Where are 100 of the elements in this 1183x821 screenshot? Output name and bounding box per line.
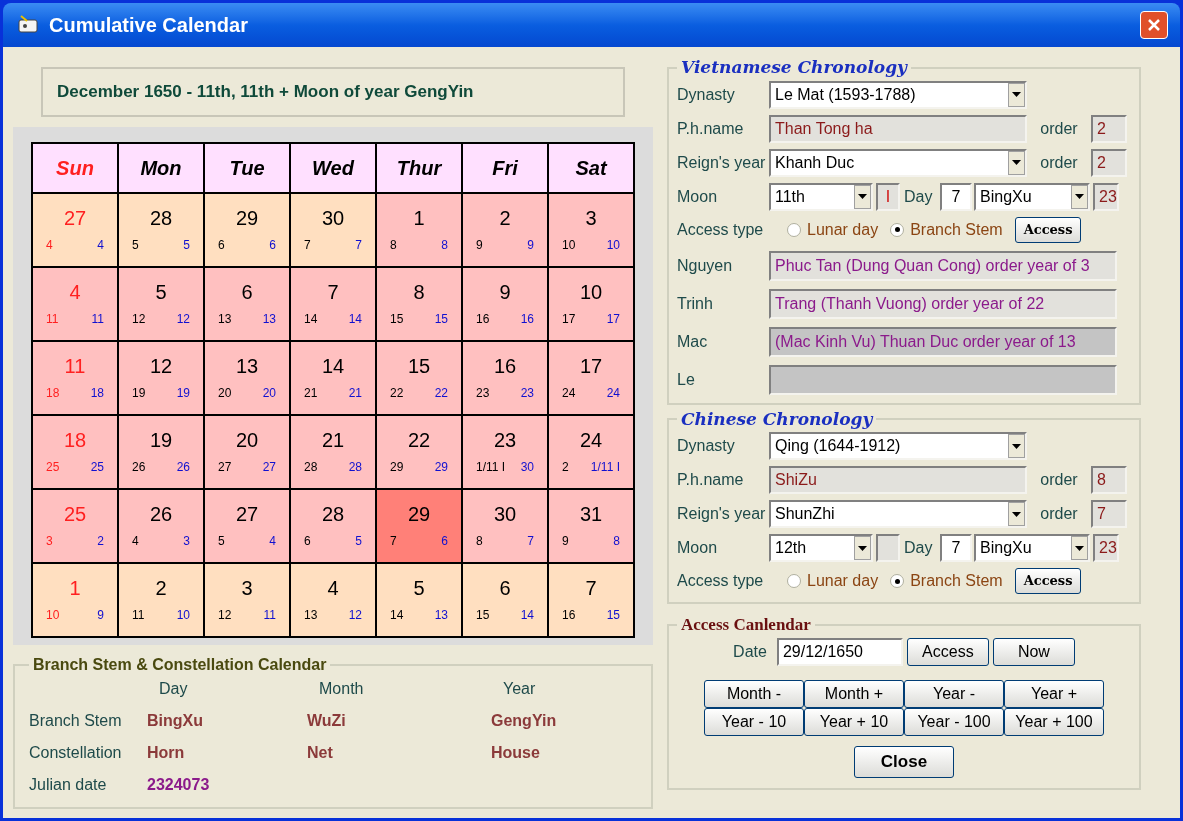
field-label: Date <box>733 642 767 660</box>
navigation-button[interactable]: Year - 100 <box>904 707 1004 736</box>
dropdown-button[interactable] <box>854 536 871 560</box>
weekday-header: Mon <box>119 144 205 194</box>
navigation-button[interactable]: Year + <box>1004 679 1104 708</box>
day-cell[interactable]: 6 13 13 <box>205 268 291 342</box>
month-heading: December 1650 - 11th, 11th + Moon of year GengYin <box>57 81 474 104</box>
dropdown-button[interactable] <box>1071 536 1088 560</box>
day-cell[interactable]: 4 11 11 <box>33 268 119 342</box>
dropdown-field[interactable]: BingXu <box>974 534 1090 562</box>
day-cell[interactable]: 27 5 4 <box>205 490 291 564</box>
field-label: Access type <box>677 571 765 591</box>
day-cell[interactable]: 20 27 27 <box>205 416 291 490</box>
dropdown-button[interactable] <box>1071 184 1088 209</box>
day-cell[interactable]: 7 14 14 <box>291 268 377 342</box>
day-cell[interactable]: 31 9 8 <box>549 490 635 564</box>
dropdown-field[interactable]: ShunZhi <box>769 500 1027 528</box>
action-button[interactable]: Now <box>992 637 1075 666</box>
dropdown-button[interactable] <box>1008 502 1025 526</box>
day-cell[interactable]: 12 19 19 <box>119 342 205 416</box>
day-cell[interactable]: 30 8 7 <box>463 490 549 564</box>
value-text: 2324073 <box>147 776 210 793</box>
value-text: BingXu <box>147 712 203 729</box>
field-label: Day <box>904 539 933 556</box>
radio-option[interactable]: Lunar day <box>787 569 879 593</box>
day-cell[interactable]: 25 3 2 <box>33 490 119 564</box>
caret-icon <box>858 194 867 199</box>
day-field[interactable]: 7 <box>940 534 972 562</box>
day-cell[interactable]: 29 6 6 <box>205 194 291 268</box>
day-cell[interactable]: 1 10 9 <box>33 564 119 638</box>
day-cell[interactable]: 6 15 14 <box>463 564 549 638</box>
dropdown-button[interactable] <box>1008 82 1025 107</box>
dropdown-button[interactable] <box>1008 150 1025 175</box>
close-dialog-button[interactable]: Close <box>854 745 954 778</box>
row-label: Branch Stem <box>29 711 123 731</box>
day-cell[interactable]: 3 12 11 <box>205 564 291 638</box>
field-label: Nguyen <box>677 255 734 276</box>
row-label: Julian date <box>29 775 108 795</box>
close-button[interactable] <box>1140 11 1168 39</box>
dropdown-field[interactable]: 12th <box>769 534 873 562</box>
day-cell[interactable]: 21 28 28 <box>291 416 377 490</box>
navigation-button[interactable]: Month + <box>804 679 904 708</box>
weekday-header: Fri <box>463 144 549 194</box>
dropdown-button[interactable] <box>854 184 871 209</box>
day-cell[interactable]: 18 25 25 <box>33 416 119 490</box>
day-cell[interactable]: 15 22 22 <box>377 342 463 416</box>
radio-option[interactable]: Branch Stem <box>890 217 1003 242</box>
day-cell[interactable]: 5 14 13 <box>377 564 463 638</box>
navigation-button[interactable]: Year - 10 <box>704 707 804 736</box>
dropdown-field[interactable]: Le Mat (1593-1788) <box>769 80 1027 109</box>
dropdown-field[interactable]: Khanh Duc <box>769 148 1027 177</box>
day-cell[interactable]: 23 1/11 I 30 <box>463 416 549 490</box>
value-text: GengYin <box>491 712 557 729</box>
navigation-button[interactable]: Year + 100 <box>1004 707 1104 736</box>
day-cell[interactable]: 8 15 15 <box>377 268 463 342</box>
day-cell[interactable]: 2 11 10 <box>119 564 205 638</box>
value-text: WuZi <box>307 712 346 729</box>
access-button[interactable]: Access <box>1014 216 1082 243</box>
day-cell[interactable]: 28 5 5 <box>119 194 205 268</box>
day-cell[interactable]: 7 16 15 <box>549 564 635 638</box>
day-cell[interactable]: 17 24 24 <box>549 342 635 416</box>
field-label: Mac <box>677 331 709 352</box>
day-cell[interactable]: 14 21 21 <box>291 342 377 416</box>
field-label: Reign's year <box>677 152 767 173</box>
day-field[interactable]: 7 <box>940 182 972 211</box>
dropdown-field[interactable]: 11th <box>769 182 873 211</box>
dropdown-field[interactable]: Qing (1644-1912) <box>769 432 1027 460</box>
day-cell[interactable]: 16 23 23 <box>463 342 549 416</box>
day-cell[interactable]: 10 17 17 <box>549 268 635 342</box>
field-label: Dynasty <box>677 84 736 105</box>
order-field: 2 <box>1091 148 1127 177</box>
day-cell[interactable]: 13 20 20 <box>205 342 291 416</box>
field-label: order <box>1040 152 1078 173</box>
date-field[interactable]: 29/12/1650 <box>776 637 903 666</box>
navigation-button[interactable]: Month - <box>704 679 804 708</box>
day-cell[interactable]: 9 16 16 <box>463 268 549 342</box>
group-title: Chinese Chronology <box>680 407 875 431</box>
lord-field: (Mac Kinh Vu) Thuan Duc order year of 13 <box>769 326 1117 357</box>
day-cell[interactable]: 3 10 10 <box>549 194 635 268</box>
day-cell[interactable]: 5 12 12 <box>119 268 205 342</box>
day-cell[interactable]: 28 6 5 <box>291 490 377 564</box>
navigation-button[interactable]: Year + 10 <box>804 707 904 736</box>
day-cell[interactable]: 29 7 6 <box>377 490 463 564</box>
dropdown-field[interactable]: BingXu <box>974 182 1090 211</box>
access-button[interactable]: Access <box>1014 568 1082 594</box>
day-cell[interactable]: 30 7 7 <box>291 194 377 268</box>
navigation-button[interactable]: Year - <box>904 679 1004 708</box>
radio-option[interactable]: Branch Stem <box>890 569 1003 593</box>
day-cell[interactable]: 19 26 26 <box>119 416 205 490</box>
day-cell[interactable]: 24 2 1/11 I <box>549 416 635 490</box>
action-button[interactable]: Access <box>906 637 989 666</box>
day-cell[interactable]: 4 13 12 <box>291 564 377 638</box>
day-cell[interactable]: 11 18 18 <box>33 342 119 416</box>
day-cell[interactable]: 22 29 29 <box>377 416 463 490</box>
day-cell[interactable]: 26 4 3 <box>119 490 205 564</box>
day-cell[interactable]: 1 8 8 <box>377 194 463 268</box>
day-cell[interactable]: 27 4 4 <box>33 194 119 268</box>
dropdown-button[interactable] <box>1008 434 1025 458</box>
day-cell[interactable]: 2 9 9 <box>463 194 549 268</box>
radio-option[interactable]: Lunar day <box>787 217 879 242</box>
